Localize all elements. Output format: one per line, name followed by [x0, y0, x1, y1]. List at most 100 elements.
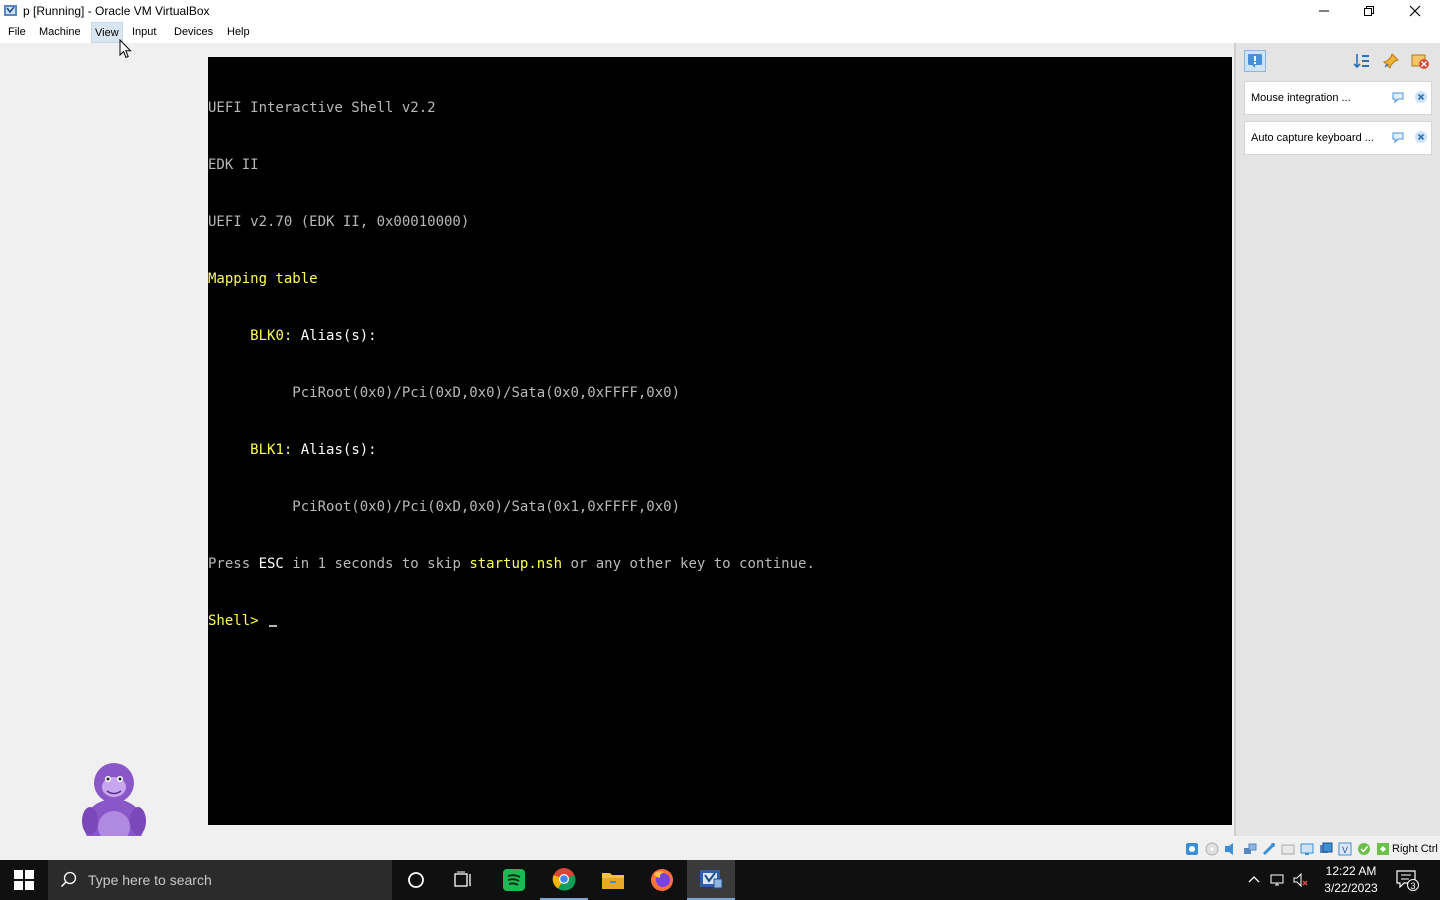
console-line: PciRoot(0x0)/Pci(0xD,0x0)/Sata(0x1,0xFFF… — [208, 498, 815, 517]
start-button[interactable] — [0, 860, 48, 900]
notification-text: Auto capture keyboard ... — [1251, 132, 1374, 144]
console-startup-file: startup.nsh — [469, 556, 563, 572]
keep-notifications-button[interactable] — [1381, 51, 1401, 71]
console-line: Mapping table — [208, 271, 318, 287]
uefi-console-output: UEFI Interactive Shell v2.2 EDK II UEFI … — [208, 61, 815, 669]
console-text: Press — [208, 556, 259, 572]
menu-bar: File Machine View Input Devices Help — [0, 22, 1440, 43]
chrome-icon — [552, 868, 576, 891]
title-bar: p [Running] - Oracle VM VirtualBox — [0, 0, 1440, 22]
virtualbox-icon — [700, 870, 723, 889]
cortana-icon — [408, 872, 424, 888]
firefox-icon — [651, 869, 673, 891]
console-text: or any other key to continue. — [562, 556, 815, 572]
recording-icon[interactable] — [1319, 842, 1333, 856]
close-icon — [1409, 5, 1421, 17]
notification-item[interactable]: Auto capture keyboard ... — [1244, 121, 1432, 155]
virtualization-icon[interactable]: V — [1338, 842, 1352, 856]
menu-input[interactable]: Input — [132, 22, 156, 43]
cortana-button[interactable] — [392, 860, 440, 900]
console-line: Press ESC in 1 seconds to skip startup.n… — [208, 555, 815, 574]
blk1-path: PciRoot(0x0)/Pci(0xD,0x0)/Sata(0x1,0xFFF… — [292, 499, 681, 515]
vm-status-bar: V Right Ctrl — [0, 836, 1440, 860]
notification-toolbar — [1236, 43, 1440, 81]
console-line: EDK II — [208, 157, 259, 173]
close-button[interactable] — [1392, 0, 1438, 22]
taskbar-clock[interactable]: 12:22 AM 3/22/2023 — [1320, 863, 1382, 897]
network-tray-icon[interactable] — [1270, 872, 1286, 888]
notification-item[interactable]: Mouse integration ... — [1244, 81, 1432, 115]
mouse-pointer-icon — [119, 39, 132, 59]
notification-close-icon[interactable] — [1414, 90, 1428, 104]
console-line: UEFI v2.70 (EDK II, 0x00010000) — [208, 214, 470, 230]
console-text: in 1 seconds to skip — [283, 556, 470, 572]
taskbar-app-virtualbox[interactable] — [687, 860, 735, 900]
vm-display[interactable]: UEFI Interactive Shell v2.2 EDK II UEFI … — [208, 57, 1232, 825]
network-icon[interactable] — [1243, 842, 1257, 856]
close-all-icon — [1411, 54, 1429, 69]
guest-additions-icon[interactable] — [1357, 842, 1371, 856]
menu-machine[interactable]: Machine — [39, 22, 81, 43]
volume-muted-icon[interactable] — [1293, 872, 1309, 888]
blk0-alias: Alias(s): — [300, 328, 377, 344]
alert-icon — [1248, 54, 1262, 68]
optical-drive-icon[interactable] — [1205, 842, 1219, 856]
blk1-alias: Alias(s): — [300, 442, 377, 458]
shell-prompt: Shell> — [208, 613, 268, 629]
notification-text: Mouse integration ... — [1251, 92, 1351, 104]
console-line: BLK1: Alias(s): — [208, 441, 815, 460]
minimize-icon — [1319, 10, 1329, 12]
restore-button[interactable] — [1346, 0, 1392, 22]
search-placeholder: Type here to search — [88, 872, 212, 888]
audio-icon[interactable] — [1224, 842, 1238, 856]
blk0-path: PciRoot(0x0)/Pci(0xD,0x0)/Sata(0x0,0xFFF… — [292, 385, 681, 401]
console-line: BLK0: Alias(s): — [208, 327, 815, 346]
task-view-button[interactable] — [440, 860, 488, 900]
menu-devices[interactable]: Devices — [174, 22, 213, 43]
sort-notifications-button[interactable] — [1352, 51, 1372, 71]
notification-center: Mouse integration ... Auto capture keybo… — [1234, 43, 1440, 836]
dismiss-all-button[interactable] — [1410, 51, 1430, 71]
search-icon — [60, 871, 77, 888]
console-line: PciRoot(0x0)/Pci(0xD,0x0)/Sata(0x0,0xFFF… — [208, 384, 815, 403]
display-icon[interactable] — [1300, 842, 1314, 856]
menu-file[interactable]: File — [8, 22, 26, 43]
host-key-label: Right Ctrl — [1392, 843, 1438, 855]
blk1-label: BLK1: — [250, 442, 293, 458]
blk0-label: BLK0: — [250, 328, 293, 344]
pin-icon — [1383, 53, 1399, 69]
text-cursor — [269, 625, 278, 627]
notification-help-icon[interactable] — [1391, 130, 1405, 144]
windows-logo-icon — [14, 870, 34, 890]
taskbar-search-box[interactable]: Type here to search — [48, 860, 392, 900]
action-center-button[interactable]: 3 — [1396, 870, 1420, 892]
console-line: UEFI Interactive Shell v2.2 — [208, 100, 436, 116]
taskbar-app-firefox[interactable] — [638, 860, 686, 900]
svg-text:V: V — [1342, 845, 1348, 855]
window-title: p [Running] - Oracle VM VirtualBox — [23, 4, 210, 18]
usb-icon[interactable] — [1262, 842, 1276, 856]
restore-icon — [1364, 6, 1374, 16]
notification-count-badge: 3 — [1407, 879, 1419, 891]
notification-help-icon[interactable] — [1391, 90, 1405, 104]
notification-close-icon[interactable] — [1414, 130, 1428, 144]
task-view-icon — [454, 871, 471, 887]
green-app-icon — [503, 869, 525, 891]
clock-time: 12:22 AM — [1325, 864, 1377, 878]
host-key-icon[interactable] — [1376, 842, 1390, 856]
minimize-button[interactable] — [1301, 0, 1347, 22]
hard-disk-icon[interactable] — [1185, 842, 1199, 856]
notification-center-toggle[interactable] — [1244, 50, 1266, 72]
folder-icon — [602, 873, 624, 889]
shared-folders-icon[interactable] — [1281, 842, 1295, 856]
menu-help[interactable]: Help — [227, 22, 250, 43]
taskbar-app-spotify[interactable] — [490, 860, 538, 900]
show-hidden-icons-icon[interactable] — [1246, 872, 1262, 888]
menu-view[interactable]: View — [91, 22, 123, 43]
taskbar-app-chrome[interactable] — [540, 860, 588, 900]
sort-icon — [1353, 54, 1369, 69]
windows-taskbar: Type here to search 12:22 AM 3/22/2023 3 — [0, 860, 1440, 900]
taskbar-app-file-explorer[interactable] — [589, 860, 637, 900]
console-prompt-line: Shell> — [208, 612, 815, 631]
virtualbox-app-icon — [4, 5, 17, 16]
